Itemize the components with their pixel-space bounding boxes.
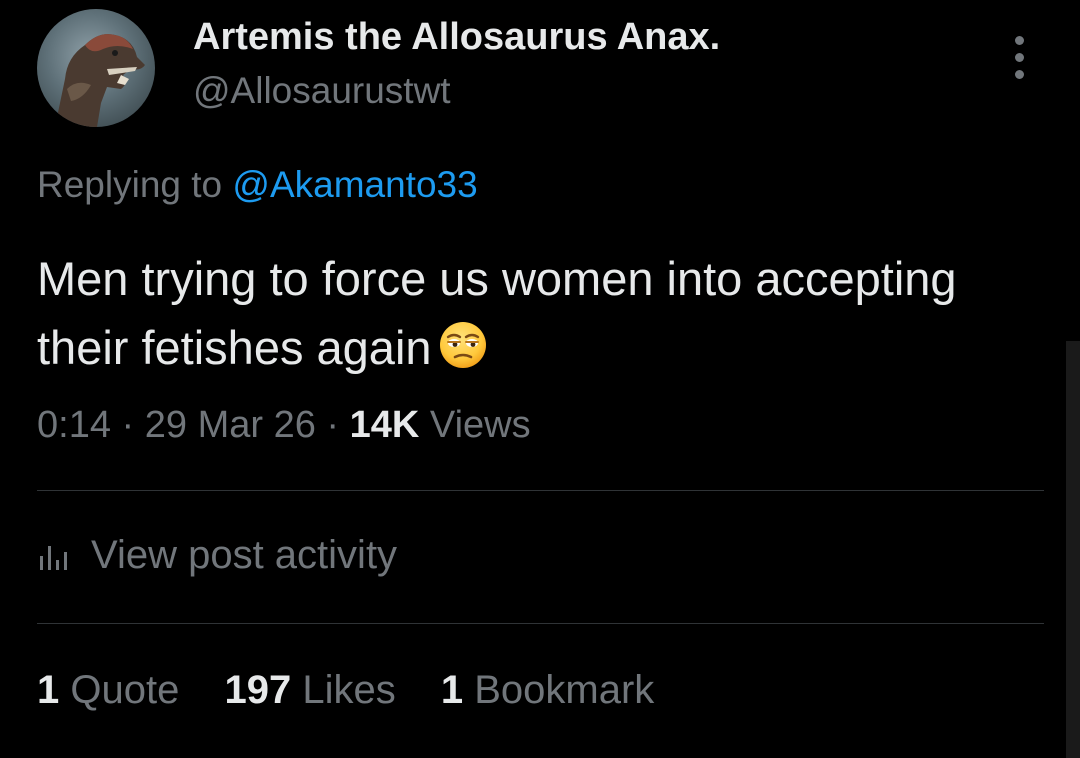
view-post-activity-label: View post activity — [91, 533, 398, 577]
tweet-date: 29 Mar 26 — [144, 404, 316, 446]
display-name[interactable]: Artemis the Allosaurus Anax. — [193, 16, 720, 59]
view-post-activity-button[interactable]: View post activity — [37, 533, 397, 582]
more-dot — [1015, 70, 1024, 79]
tweet-meta: 0:14 · 29 Mar 26 · 14K Views — [37, 404, 531, 447]
views-count: 14K — [349, 404, 420, 446]
likes-count: 197 — [224, 668, 292, 712]
tweet-detail: Artemis the Allosaurus Anax. @Allosaurus… — [0, 0, 1080, 758]
avatar[interactable] — [37, 9, 155, 127]
likes-stat[interactable]: 197 Likes — [224, 668, 395, 712]
more-vertical-icon[interactable] — [1006, 36, 1034, 80]
engagement-stats: 1 Quote 197 Likes 1 Bookmark — [37, 668, 688, 713]
tweet-text: Men trying to force us women into accept… — [37, 244, 1037, 382]
replying-to: Replying to @Akamanto33 — [37, 164, 478, 206]
quotes-stat[interactable]: 1 Quote — [37, 668, 179, 712]
bookmarks-label: Bookmark — [474, 668, 655, 712]
bookmarks-count: 1 — [440, 668, 464, 712]
tweet-time: 0:14 — [37, 404, 111, 446]
quotes-count: 1 — [37, 668, 60, 712]
allosaurus-avatar-image — [55, 34, 145, 127]
user-handle[interactable]: @Allosaurustwt — [193, 70, 451, 112]
meta-separator: · — [326, 404, 340, 446]
likes-label: Likes — [302, 668, 396, 712]
meta-separator: · — [121, 404, 135, 446]
more-dot — [1015, 53, 1024, 62]
unamused-face-emoji — [438, 319, 488, 369]
quotes-label: Quote — [70, 668, 180, 712]
bookmarks-stat[interactable]: 1 Bookmark — [441, 668, 654, 712]
views-label: Views — [429, 404, 531, 446]
divider — [37, 490, 1044, 491]
reply-mention-link[interactable]: @Akamanto33 — [232, 164, 477, 205]
replying-to-prefix: Replying to — [37, 164, 223, 205]
tweet-body: Men trying to force us women into accept… — [37, 252, 957, 374]
more-dot — [1015, 36, 1024, 45]
divider — [37, 623, 1044, 624]
bar-chart-icon — [37, 537, 71, 582]
scrollbar[interactable] — [1066, 341, 1080, 758]
